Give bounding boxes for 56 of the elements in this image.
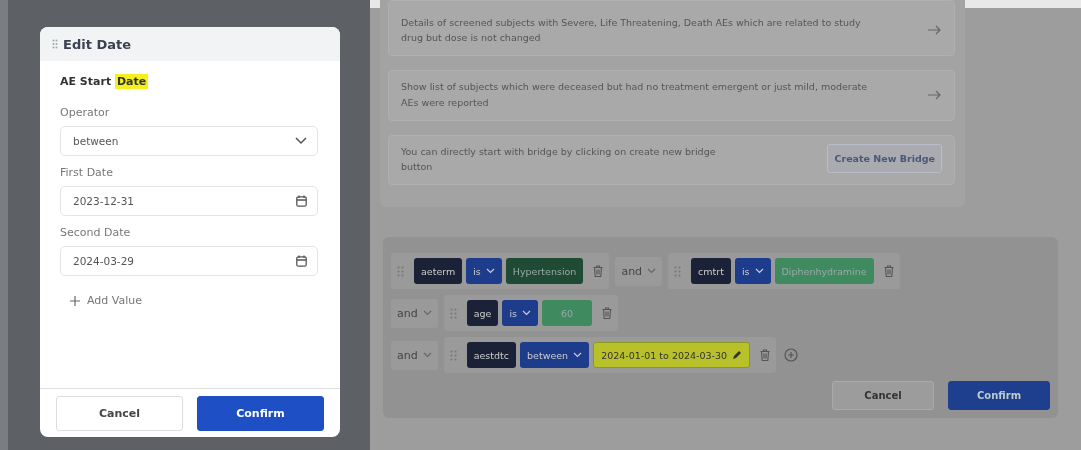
drag-handle-icon[interactable] — [397, 265, 404, 277]
arrow-right-icon[interactable] — [928, 25, 942, 36]
field-label: Second Date — [60, 226, 132, 239]
chevron-down-icon — [522, 310, 531, 317]
field-label: First Date — [60, 166, 114, 179]
chevron-down-icon — [485, 268, 495, 275]
connector-select[interactable]: and — [391, 298, 438, 328]
trash-icon[interactable] — [883, 265, 894, 278]
chevron-down-icon — [422, 310, 432, 317]
field-chip[interactable]: cmtrt — [691, 258, 731, 285]
confirm-button[interactable]: Confirm — [197, 395, 324, 431]
value-chip[interactable]: Hypertension — [505, 258, 584, 285]
cancel-button[interactable]: Cancel — [56, 395, 183, 431]
chevron-down-icon — [573, 352, 583, 359]
operator-select[interactable]: is — [502, 300, 538, 327]
chevron-down-icon — [295, 137, 307, 145]
drag-handle-icon[interactable] — [449, 307, 457, 319]
pencil-icon — [732, 350, 743, 361]
chevron-down-icon — [422, 352, 432, 359]
confirm-button[interactable]: Confirm — [948, 381, 1050, 411]
add-circle-icon[interactable] — [784, 348, 799, 363]
trash-icon[interactable] — [593, 265, 604, 278]
field-name: AE Start Date — [60, 75, 150, 88]
suggestion-text: You can directly start with bridge by clicking on create new bridge button — [401, 144, 717, 174]
chevron-down-icon — [754, 268, 764, 275]
suggestion-card[interactable]: You can directly start with bridge by clicking on create new bridge button Create New Bridge — [388, 134, 955, 186]
field-chip[interactable]: aestdtc — [466, 342, 517, 369]
value-chip[interactable]: 2024-01-01 to 2024-03-30 — [593, 342, 751, 369]
drag-handle-icon[interactable] — [674, 265, 682, 277]
dialog-title: Edit Date — [63, 36, 131, 52]
operator-select[interactable]: between — [60, 126, 318, 156]
calendar-icon — [296, 255, 307, 267]
suggestion-text: Details of screened subjects with Severe, Life Threatening, Death AEs which are related to study drug but dose is not changed — [401, 16, 862, 46]
suggestion-text: Show list of subjects which were deceased but had no treatment emergent or just mild, moderate AEs were reported — [401, 80, 869, 110]
connector-select[interactable]: and — [391, 340, 438, 370]
connector-select[interactable]: and — [615, 256, 663, 286]
add-value-button[interactable]: Add Value — [60, 286, 142, 307]
date-field[interactable]: 2023-12-31 — [60, 186, 318, 216]
arrow-right-icon[interactable] — [928, 89, 942, 100]
calendar-icon — [296, 195, 307, 207]
operator-select[interactable]: is — [734, 258, 771, 285]
suggestion-card[interactable]: Details of screened subjects with Severe, Life Threatening, Death AEs which are related to study drug but dose is not changed — [388, 0, 955, 57]
field-chip[interactable]: aeterm — [414, 258, 463, 285]
field-chip[interactable]: age — [466, 300, 499, 327]
drag-handle-icon[interactable] — [449, 349, 457, 361]
drag-handle-icon[interactable] — [52, 39, 58, 49]
field-label: Operator — [60, 106, 111, 119]
chevron-down-icon — [647, 268, 657, 275]
suggestion-card[interactable]: Show list of subjects which were deceased but had no treatment emergent or just mild, moderate AEs were reported — [388, 70, 955, 121]
plus-icon — [70, 295, 80, 306]
operator-select[interactable]: between — [520, 342, 590, 369]
cancel-button[interactable]: Cancel — [832, 381, 934, 411]
date-field[interactable]: 2024-03-29 — [60, 246, 318, 276]
operator-select[interactable]: is — [466, 258, 502, 285]
trash-icon[interactable] — [602, 307, 612, 320]
trash-icon[interactable] — [760, 349, 771, 362]
